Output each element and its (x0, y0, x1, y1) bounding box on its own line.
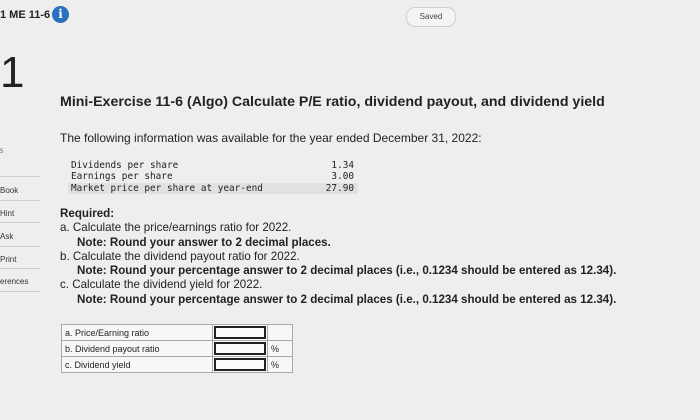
answer-unit (267, 324, 293, 341)
given-value: 1.34 (331, 160, 354, 171)
requirement-c-note: Note: Round your percentage answer to 2 … (77, 292, 617, 306)
top-bar: 1 ME 11-6 i Saved (0, 0, 700, 32)
requirements-block: Required: a. Calculate the price/earning… (60, 207, 616, 307)
dividend-yield-input-cell (212, 356, 268, 373)
sidebar-item-references[interactable]: erences (0, 277, 38, 286)
table-row: a. Price/Earning ratio (61, 324, 293, 341)
answer-unit: % (267, 356, 293, 373)
requirement-c: c. Calculate the dividend yield for 2022… (60, 278, 263, 292)
pe-ratio-input-cell (212, 324, 268, 341)
dividend-payout-input[interactable] (214, 342, 266, 355)
answer-label: b. Dividend payout ratio (61, 340, 213, 357)
problem-intro: The following information was available … (60, 131, 482, 145)
answer-label: c. Dividend yield (61, 356, 213, 373)
assignment-title: 1 ME 11-6 (0, 9, 51, 21)
sidebar-item-hint[interactable]: Hint (0, 209, 38, 218)
given-row-earnings: Earnings per share 3.00 (68, 171, 358, 182)
answer-label: a. Price/Earning ratio (61, 324, 213, 341)
sidebar-divider (0, 268, 40, 269)
given-value: 3.00 (331, 171, 354, 183)
required-label: Required: (60, 207, 115, 220)
sidebar-item-print[interactable]: Print (0, 255, 38, 264)
given-data-table: Dividends per share 1.34 Earnings per sh… (68, 160, 358, 195)
sidebar-divider (0, 246, 40, 247)
sidebar-item-ask[interactable]: Ask (0, 232, 38, 241)
problem-title: Mini-Exercise 11-6 (Algo) Calculate P/E … (60, 94, 605, 110)
given-label: Market price per share at year-end (71, 182, 263, 194)
question-number: 1 (0, 48, 25, 97)
sidebar-divider (0, 200, 40, 201)
given-row-market-price: Market price per share at year-end 27.90 (68, 182, 358, 195)
dividend-payout-input-cell (212, 340, 268, 357)
sidebar-item-book[interactable]: Book (0, 186, 38, 195)
given-label: Earnings per share (71, 171, 173, 183)
info-icon[interactable]: i (52, 6, 69, 23)
requirement-b: b. Calculate the dividend payout ratio f… (60, 249, 300, 263)
requirement-a: a. Calculate the price/earnings ratio fo… (60, 221, 292, 235)
answer-table: a. Price/Earning ratio b. Dividend payou… (61, 324, 293, 373)
requirement-a-note: Note: Round your answer to 2 decimal pla… (77, 235, 331, 249)
table-row: b. Dividend payout ratio % (61, 340, 293, 357)
given-label: Dividends per share (71, 160, 179, 171)
given-value: 27.90 (325, 182, 354, 194)
sidebar-divider (0, 176, 40, 177)
given-row-dividends: Dividends per share 1.34 (68, 160, 358, 171)
dividend-yield-input[interactable] (214, 358, 266, 371)
table-row: c. Dividend yield % (61, 356, 293, 373)
requirement-b-note: Note: Round your percentage answer to 2 … (77, 264, 617, 278)
pe-ratio-input[interactable] (214, 326, 266, 339)
sidebar-tick: 5 (0, 149, 4, 155)
saved-status-badge: Saved (406, 7, 456, 27)
sidebar-divider (0, 222, 40, 223)
answer-unit: % (267, 340, 293, 357)
sidebar-divider (0, 291, 40, 292)
